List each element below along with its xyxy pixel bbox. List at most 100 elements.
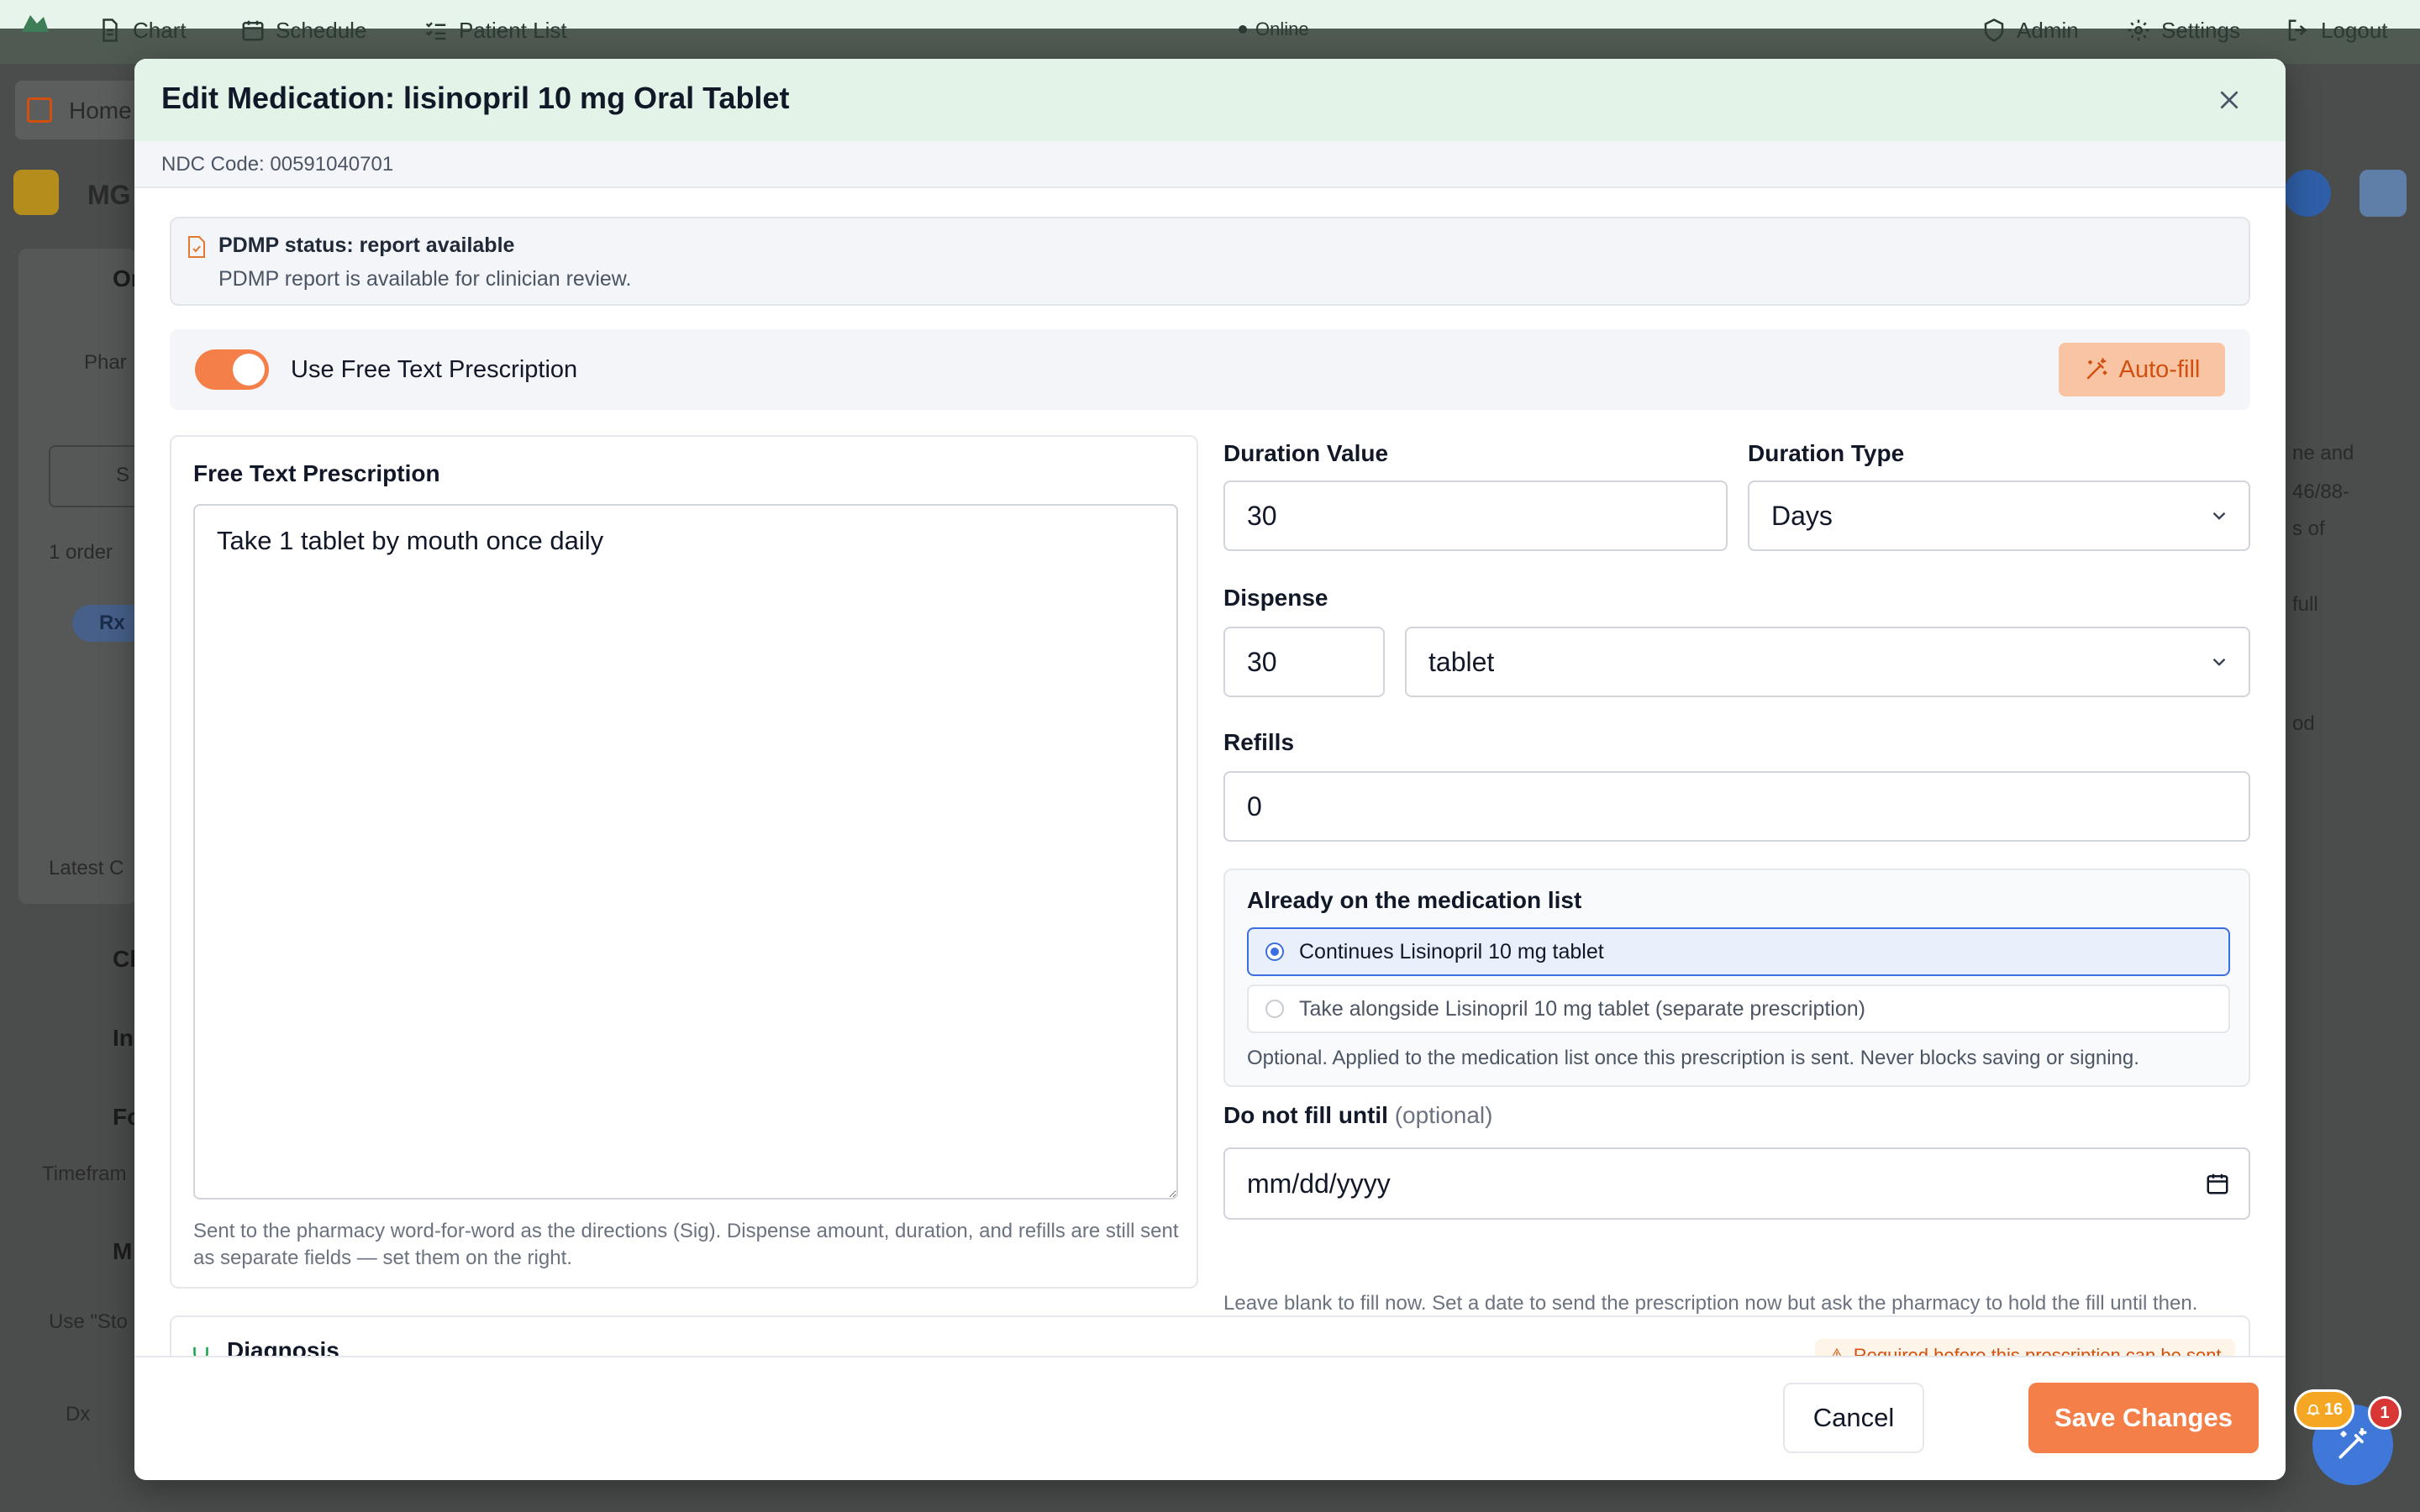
magic-wand-icon xyxy=(2338,1427,2367,1459)
duration-value-label: Duration Value xyxy=(1223,440,1389,466)
med-option-alongside-label: Take alongside Lisinopril 10 mg tablet (… xyxy=(1299,996,1865,1021)
ndc-bar xyxy=(134,141,2286,188)
magic-wand-icon xyxy=(2086,358,2107,380)
nav-admin[interactable]: Admin xyxy=(1981,13,2079,47)
list-check-icon xyxy=(425,22,446,40)
nav-settings-label: Settings xyxy=(2161,17,2240,43)
close-button[interactable] xyxy=(2210,81,2249,119)
bg-right-fragment: od xyxy=(2292,712,2315,735)
free-text-label: Free Text Prescription xyxy=(193,460,440,486)
med-option-continues[interactable]: Continues Lisinopril 10 mg tablet xyxy=(1247,927,2230,976)
bg-rx-label: Rx xyxy=(99,612,125,634)
cancel-button[interactable]: Cancel xyxy=(1783,1383,1924,1453)
do-not-fill-date-input[interactable]: mm/dd/yyyy xyxy=(1223,1147,2250,1220)
bell-icon xyxy=(2306,1404,2321,1415)
bg-right-fragment: full xyxy=(2292,593,2318,616)
chevron-down-icon xyxy=(2212,658,2226,666)
nav-chart[interactable]: Chart xyxy=(97,13,187,47)
nav-patient-list[interactable]: Patient List xyxy=(424,13,567,47)
status-dot-icon xyxy=(1239,25,1247,34)
dispense-unit-select[interactable]: tablet xyxy=(1405,627,2250,697)
logout-icon xyxy=(2288,19,2307,41)
do-not-fill-label-text: Do not fill until xyxy=(1223,1102,1388,1128)
calendar-icon xyxy=(242,20,264,41)
alert-count-badge[interactable]: 1 xyxy=(2368,1396,2402,1430)
nav-chart-label: Chart xyxy=(133,17,187,43)
radio-selected-icon xyxy=(1265,942,1284,961)
nav-logout-label: Logout xyxy=(2321,17,2388,43)
bg-latest-label: Latest C xyxy=(49,857,124,879)
duration-value-text: 30 xyxy=(1247,500,1277,531)
ndc-code: NDC Code: 00591040701 xyxy=(161,153,394,176)
nav-patient-list-label: Patient List xyxy=(459,17,567,43)
bg-order-count: 1 order xyxy=(49,541,113,564)
autofill-button[interactable]: Auto-fill xyxy=(2059,343,2225,396)
nav-admin-label: Admin xyxy=(2017,17,2079,43)
med-option-continues-label: Continues Lisinopril 10 mg tablet xyxy=(1299,939,1604,963)
online-status: Online xyxy=(1239,18,1309,40)
date-placeholder: mm/dd/yyyy xyxy=(1247,1168,1391,1199)
refills-text: 0 xyxy=(1247,790,1262,822)
document-icon xyxy=(103,18,118,42)
free-text-help: Sent to the pharmacy word-for-word as th… xyxy=(193,1220,1179,1269)
medication-list-note: Optional. Applied to the medication list… xyxy=(1247,1047,2139,1069)
free-text-toggle-bar: Use Free Text Prescription Auto-fill xyxy=(170,329,2250,410)
free-text-card: Free Text Prescription Take 1 tablet by … xyxy=(170,435,1198,1289)
modal-footer xyxy=(134,1356,2286,1480)
do-not-fill-optional: (optional) xyxy=(1394,1102,1493,1128)
bg-dx-label: Dx xyxy=(66,1403,91,1425)
modal-title: Edit Medication: lisinopril 10 mg Oral T… xyxy=(161,81,790,115)
free-text-toggle-label: Use Free Text Prescription xyxy=(291,356,578,383)
nav-settings[interactable]: Settings xyxy=(2126,13,2240,47)
do-not-fill-label: Do not fill until (optional) xyxy=(1223,1102,1492,1129)
report-file-icon xyxy=(187,235,207,259)
duration-value-input[interactable]: 30 xyxy=(1223,480,1728,551)
edit-medication-modal: Edit Medication: lisinopril 10 mg Oral T… xyxy=(134,59,2286,1480)
free-text-textarea[interactable]: Take 1 tablet by mouth once daily xyxy=(193,504,1178,1200)
gear-icon xyxy=(2128,19,2149,41)
bg-right-fragment: 46/88- xyxy=(2292,480,2350,503)
dispense-label: Dispense xyxy=(1223,585,1328,611)
pdmp-status-card: PDMP status: report available PDMP repor… xyxy=(170,217,2250,306)
bg-right-fragment: s of xyxy=(2292,517,2325,540)
bg-orders-panel xyxy=(18,249,136,904)
nav-schedule[interactable]: Schedule xyxy=(240,13,366,47)
dispense-unit-text: tablet xyxy=(1428,646,1495,677)
autofill-label: Auto-fill xyxy=(2118,355,2201,383)
notification-badge[interactable]: 16 xyxy=(2294,1389,2354,1430)
save-changes-button[interactable]: Save Changes xyxy=(2028,1383,2259,1453)
bg-home-icon xyxy=(27,97,52,123)
duration-type-label: Duration Type xyxy=(1748,440,1905,466)
nav-schedule-label: Schedule xyxy=(276,17,367,43)
pdmp-title: PDMP status: report available xyxy=(218,234,515,257)
free-text-toggle[interactable] xyxy=(195,349,269,390)
duration-type-select[interactable]: Days xyxy=(1748,480,2250,551)
bg-section-cl: Cl xyxy=(113,946,136,972)
bg-section-in: In xyxy=(113,1025,134,1051)
calendar-icon[interactable] xyxy=(2205,1171,2230,1196)
bg-clipboard-button xyxy=(2284,170,2331,217)
bg-monitor-button xyxy=(2360,170,2407,217)
bg-patient-initials: MG xyxy=(87,180,131,210)
medication-list-title: Already on the medication list xyxy=(1247,887,1582,913)
pdmp-text: PDMP report is available for clinician r… xyxy=(218,267,632,291)
nav-logout[interactable]: Logout xyxy=(2286,13,2388,47)
notification-count: 16 xyxy=(2323,1399,2344,1419)
do-not-fill-help: Leave blank to fill now. Set a date to s… xyxy=(1223,1292,2198,1315)
close-icon xyxy=(2220,91,2238,109)
chevron-down-icon xyxy=(2212,512,2226,520)
bg-pharmacy-label: Phar xyxy=(84,351,127,374)
bg-patient-icon xyxy=(13,170,59,215)
medication-list-card: Already on the medication list Continues… xyxy=(1223,869,2250,1087)
bg-timeframe-label: Timefram xyxy=(42,1163,127,1185)
refills-input[interactable]: 0 xyxy=(1223,771,2250,842)
online-status-label: Online xyxy=(1255,18,1309,39)
dispense-qty-input[interactable]: 30 xyxy=(1223,627,1385,697)
med-option-alongside[interactable]: Take alongside Lisinopril 10 mg tablet (… xyxy=(1247,984,2230,1033)
bg-search-placeholder: S xyxy=(116,464,130,486)
bg-home-label: Home xyxy=(69,97,132,123)
refills-label: Refills xyxy=(1223,729,1295,755)
bg-right-fragment: ne and xyxy=(2292,442,2354,465)
app-logo-icon[interactable] xyxy=(18,12,52,37)
radio-unselected-icon xyxy=(1265,1000,1284,1018)
